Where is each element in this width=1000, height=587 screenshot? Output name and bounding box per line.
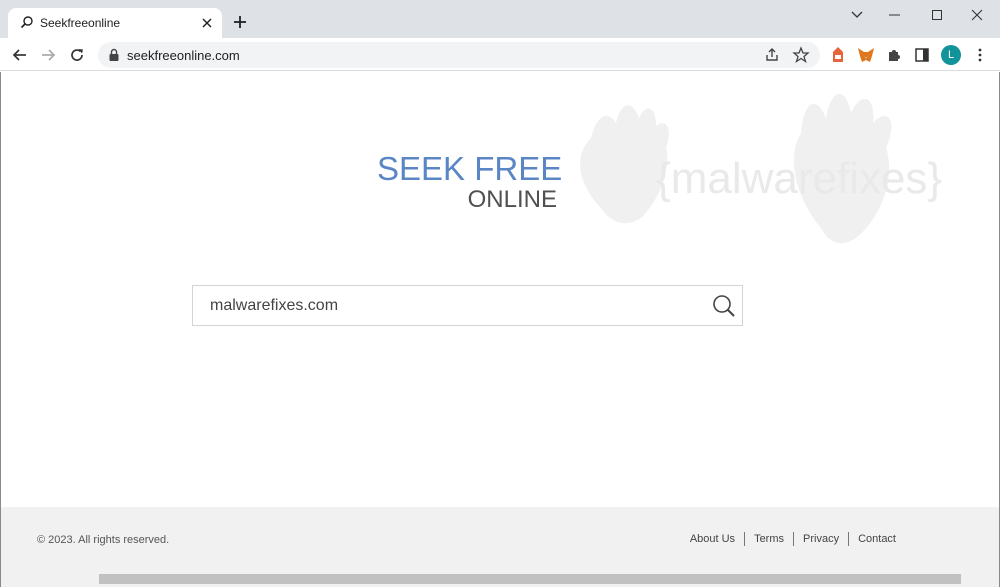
browser-menu-button[interactable]	[970, 45, 990, 65]
reload-icon	[71, 49, 83, 61]
new-tab-icon[interactable]	[230, 12, 250, 32]
arrow-right-icon	[42, 49, 56, 61]
page-footer: © 2023. All rights reserved. About Us Te…	[0, 507, 1000, 573]
site-logo[interactable]: SEEK FREE ONLINE	[377, 150, 563, 214]
divider	[744, 532, 746, 546]
more-vertical-icon	[978, 48, 982, 62]
search-icon	[20, 16, 33, 29]
search-icon	[713, 295, 735, 317]
search-input[interactable]	[193, 286, 693, 325]
divider	[793, 532, 795, 546]
star-bookmark-icon[interactable]	[792, 46, 810, 64]
minimize-button[interactable]	[872, 0, 918, 30]
browser-tab[interactable]: Seekfreeonline	[8, 8, 222, 38]
side-panel-button[interactable]	[912, 45, 932, 65]
extensions-button[interactable]	[884, 45, 904, 65]
search-form	[192, 285, 743, 326]
divider	[848, 532, 850, 546]
footer-link-privacy[interactable]: Privacy	[803, 533, 839, 545]
footer-link-about[interactable]: About Us	[690, 533, 735, 545]
page-content: {malwarefixes} SEEK FREE ONLINE	[0, 72, 1000, 507]
footer-link-terms[interactable]: Terms	[754, 533, 784, 545]
tab-strip: Seekfreeonline	[0, 0, 1000, 38]
watermark-logo: {malwarefixes}	[580, 94, 942, 244]
share-icon[interactable]	[763, 46, 781, 64]
chevron-down-icon	[851, 11, 863, 18]
tab-title: Seekfreeonline	[40, 16, 121, 30]
maximize-icon	[931, 9, 942, 20]
close-tab-icon[interactable]	[200, 16, 214, 30]
forward-button[interactable]	[37, 44, 59, 66]
close-icon	[971, 9, 983, 21]
extension-badge-icon	[833, 47, 843, 62]
arrow-left-icon	[12, 49, 26, 61]
horizontal-scrollbar[interactable]	[0, 573, 1000, 587]
extension-icon-1[interactable]	[828, 45, 848, 65]
metamask-extension-button[interactable]	[856, 45, 876, 65]
url-text[interactable]: seekfreeonline.com	[127, 48, 240, 63]
copyright-text: © 2023. All rights reserved.	[37, 534, 170, 546]
footer-link-contact[interactable]: Contact	[858, 533, 896, 545]
search-button[interactable]	[711, 294, 737, 318]
scrollbar-thumb[interactable]	[99, 574, 961, 584]
address-bar[interactable]: seekfreeonline.com	[98, 42, 820, 68]
minimize-icon	[889, 14, 900, 16]
puzzle-icon	[889, 50, 900, 61]
fox-icon	[858, 48, 874, 62]
profile-avatar[interactable]: L	[941, 45, 961, 65]
logo-line2: ONLINE	[467, 186, 557, 213]
reload-button[interactable]	[66, 44, 88, 66]
back-button[interactable]	[9, 44, 31, 66]
lock-icon[interactable]	[108, 48, 120, 62]
close-window-button[interactable]	[954, 0, 1000, 30]
watermark-text: {malwarefixes}	[656, 154, 942, 203]
footer-links: About Us Terms Privacy Contact	[690, 532, 896, 546]
side-panel-icon	[915, 48, 929, 62]
logo-line1: SEEK FREE	[377, 150, 563, 187]
browser-toolbar: seekfreeonline.com L	[0, 38, 1000, 71]
